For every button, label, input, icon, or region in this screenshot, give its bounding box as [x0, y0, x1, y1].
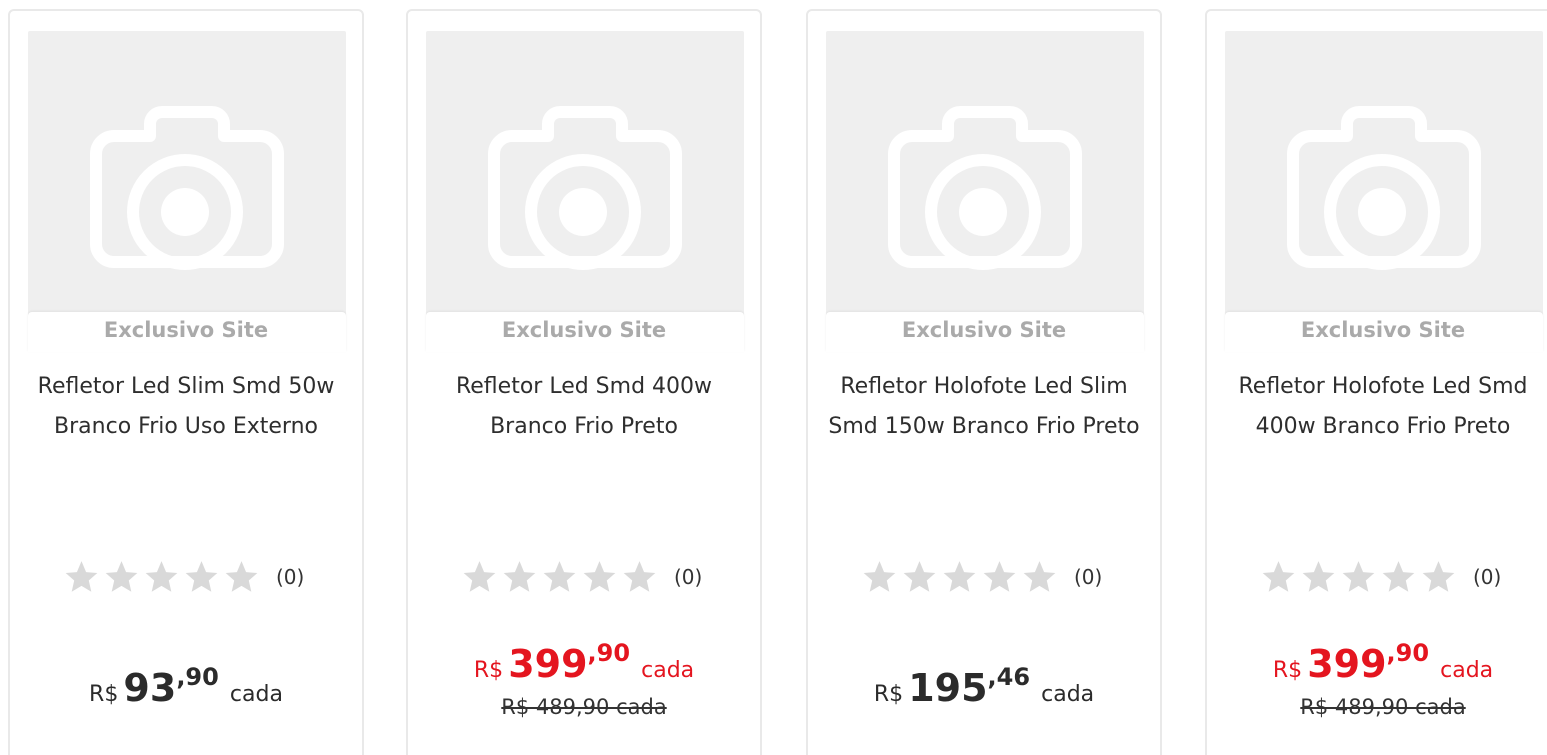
star-icon — [503, 561, 536, 592]
star-icon — [463, 561, 496, 592]
product-card[interactable]: Exclusivo Site Refletor Led Slim Smd 50w… — [8, 9, 364, 755]
price-integer: 399 — [1307, 642, 1387, 686]
star-icon — [543, 561, 576, 592]
star-icon — [1302, 561, 1335, 592]
product-title[interactable]: Refletor Led Smd 400w Branco Frio Preto — [418, 367, 750, 447]
price-currency: R$ — [89, 682, 119, 707]
star-icon — [1342, 561, 1375, 592]
rating-count: (0) — [276, 565, 305, 589]
product-shelf: Exclusivo Site Refletor Led Slim Smd 50w… — [0, 0, 1547, 755]
star-icon — [583, 561, 616, 592]
star-icon — [1382, 561, 1415, 592]
sale-price: R$ 399,90 cada — [408, 639, 760, 686]
star-icon — [1422, 561, 1455, 592]
price-unit: cada — [641, 658, 695, 683]
product-card[interactable]: Exclusivo Site Refletor Holofote Led Sli… — [806, 9, 1162, 755]
product-title[interactable]: Refletor Led Slim Smd 50w Branco Frio Us… — [20, 367, 352, 447]
price-decimal: ,90 — [1386, 639, 1430, 667]
rating-count: (0) — [674, 565, 703, 589]
star-icon — [105, 561, 138, 592]
star-icon — [65, 561, 98, 592]
rating-stars — [62, 558, 262, 596]
rating: (0) — [1259, 555, 1501, 599]
price-currency: R$ — [873, 682, 904, 707]
price-integer: 93 — [123, 666, 177, 710]
rating: (0) — [860, 555, 1102, 599]
price-unit: cada — [1440, 658, 1494, 683]
price-unit: cada — [1041, 682, 1095, 707]
price-decimal: ,90 — [176, 663, 219, 691]
exclusive-badge: Exclusivo Site — [1300, 318, 1466, 342]
price-currency: R$ — [1272, 658, 1303, 683]
product-image-placeholder[interactable] — [826, 31, 1144, 321]
product-card[interactable]: Exclusivo Site Refletor Holofote Led Smd… — [1205, 9, 1547, 755]
exclusive-badge: Exclusivo Site — [501, 318, 667, 342]
price-currency: R$ — [473, 658, 504, 683]
price-integer: 195 — [908, 666, 988, 710]
product-card[interactable]: Exclusivo Site Refletor Led Smd 400w Bra… — [406, 9, 762, 755]
rating-stars — [460, 558, 660, 596]
star-icon — [185, 561, 218, 592]
old-price: R$ 489,90 cada — [501, 695, 667, 719]
star-icon — [145, 561, 178, 592]
star-icon — [225, 561, 258, 592]
star-icon — [863, 561, 896, 592]
price-decimal: ,90 — [587, 639, 631, 667]
rating-count: (0) — [1473, 565, 1502, 589]
rating: (0) — [62, 555, 304, 599]
exclusive-badge: Exclusivo Site — [103, 318, 269, 342]
rating: (0) — [460, 555, 702, 599]
price-unit: cada — [229, 682, 283, 707]
price: R$ 195,46 cada — [808, 663, 1160, 710]
product-image-placeholder[interactable] — [1225, 31, 1543, 321]
camera-icon — [888, 106, 1082, 270]
camera-icon — [1287, 106, 1481, 270]
price-integer: 399 — [508, 642, 588, 686]
old-price: R$ 489,90 cada — [1300, 695, 1466, 719]
camera-icon — [90, 106, 284, 270]
rating-stars — [860, 558, 1060, 596]
star-icon — [943, 561, 976, 592]
star-icon — [983, 561, 1016, 592]
camera-icon — [488, 106, 682, 270]
price: R$ 93,90 cada — [10, 663, 362, 710]
product-image-placeholder[interactable] — [28, 31, 346, 321]
product-title[interactable]: Refletor Holofote Led Smd 400w Branco Fr… — [1217, 367, 1547, 447]
product-image-placeholder[interactable] — [426, 31, 744, 321]
star-icon — [1023, 561, 1056, 592]
product-title[interactable]: Refletor Holofote Led Slim Smd 150w Bran… — [818, 367, 1150, 447]
star-icon — [623, 561, 656, 592]
price-decimal: ,46 — [987, 663, 1031, 691]
rating-count: (0) — [1074, 565, 1103, 589]
star-icon — [1262, 561, 1295, 592]
star-icon — [903, 561, 936, 592]
rating-stars — [1259, 558, 1459, 596]
exclusive-badge: Exclusivo Site — [901, 318, 1067, 342]
sale-price: R$ 399,90 cada — [1207, 639, 1547, 686]
